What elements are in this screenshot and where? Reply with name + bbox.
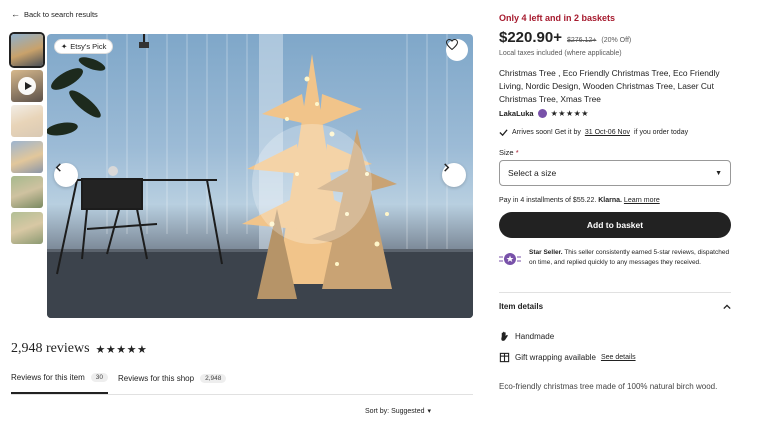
star-seller-notice: Star Seller. This seller consistently ea… [499, 248, 731, 270]
product-photo [47, 34, 473, 318]
arrival-suffix: if you order today [634, 129, 689, 136]
sort-by-dropdown[interactable]: Sort by: Suggested ▾ [365, 407, 432, 416]
arrow-left-icon: ← [11, 9, 20, 19]
etsys-pick-badge: ✦ Etsy's Pick [54, 39, 114, 54]
sparkle-icon: ✦ [61, 42, 68, 51]
arrival-prefix: Arrives soon! Get it by [512, 129, 581, 136]
reviews-rating-stars: ★★★★★ [95, 343, 148, 356]
play-icon [18, 76, 36, 95]
chevron-right-icon [444, 163, 450, 172]
item-details-toggle[interactable]: Item details [499, 302, 731, 311]
star-seller-text: Star Seller. This seller consistently ea… [529, 248, 731, 270]
badge-label: Etsy's Pick [70, 42, 107, 51]
thumbnail-strip [9, 32, 45, 247]
caret-down-icon: ▾ [427, 408, 432, 415]
thumbnail-5[interactable] [11, 176, 43, 208]
thumbnail-4[interactable] [11, 140, 43, 173]
original-price: $276.12+ [566, 37, 597, 44]
thumbnail-6[interactable] [11, 211, 43, 244]
add-to-basket-button[interactable]: Add to basket [499, 212, 731, 238]
shop-info: LakaLuka ★★★★★ [499, 109, 589, 118]
thumbnail-3[interactable] [11, 105, 43, 137]
size-label-text: Size [499, 148, 514, 157]
size-label: Size * [499, 148, 519, 157]
klarna-learn-more-link[interactable]: Learn more [624, 197, 660, 204]
discount-percent: (20% Off) [601, 37, 632, 44]
klarna-installments: Pay in 4 installments of $55.22. Klarna.… [499, 197, 660, 204]
arrival-estimate: Arrives soon! Get it by 31 Oct-06 Nov if… [499, 128, 688, 137]
tab-reviews-for-item[interactable]: Reviews for this item 30 [11, 370, 109, 394]
checkmark-icon [499, 129, 508, 137]
current-price: $220.90+ [499, 29, 562, 46]
tab-label: Reviews for this item [11, 372, 85, 382]
reviews-heading: 2,948 reviews ★★★★★ [11, 341, 147, 357]
previous-image-button[interactable] [54, 163, 78, 187]
handmade-detail: Handmade [499, 331, 554, 342]
divider [499, 292, 731, 293]
caret-down-icon: ▼ [715, 169, 722, 177]
item-description: Eco-friendly christmas tree made of 100%… [499, 382, 718, 391]
reviews-tab-bar: Reviews for this item 30 Reviews for thi… [11, 370, 473, 395]
stock-alert: Only 4 left and in 2 baskets [499, 13, 616, 23]
listing-title: Christmas Tree , Eco Friendly Christmas … [499, 68, 720, 104]
thumbnail-video[interactable] [11, 69, 43, 102]
back-to-search-link[interactable]: ← Back to search results [11, 9, 98, 20]
klarna-text: Pay in 4 installments of $55.22. [499, 197, 597, 204]
chevron-up-icon [723, 303, 731, 309]
arrival-dates[interactable]: 31 Oct-06 Nov [585, 129, 630, 136]
item-details-label: Item details [499, 302, 544, 311]
shop-name-link[interactable]: LakaLuka [499, 109, 534, 118]
star-seller-icon [537, 109, 547, 118]
sort-by-label: Sort by: Suggested [365, 407, 425, 415]
tab-reviews-for-shop[interactable]: Reviews for this shop 2,948 [118, 370, 227, 394]
back-link-label: Back to search results [24, 10, 98, 19]
gift-wrapping-label: Gift wrapping available [515, 353, 596, 362]
gift-wrapping-detail: Gift wrapping available See details [499, 352, 636, 363]
favorite-button[interactable] [446, 39, 468, 61]
next-image-button[interactable] [442, 163, 466, 187]
thumbnail-1[interactable] [9, 32, 45, 68]
reviews-count: 2,948 reviews [11, 341, 90, 356]
tab-label: Reviews for this shop [118, 373, 195, 383]
star-seller-title: Star Seller. [529, 249, 563, 256]
see-details-link[interactable]: See details [601, 354, 636, 361]
size-select[interactable]: Select a size ▼ [499, 160, 731, 186]
tab-count-badge: 2,948 [200, 373, 227, 383]
required-marker: * [515, 148, 519, 157]
size-select-value: Select a size [508, 168, 557, 178]
gift-icon [499, 352, 510, 363]
klarna-brand: Klarna. [598, 197, 622, 204]
chevron-left-icon [55, 163, 61, 172]
shop-rating-stars: ★★★★★ [550, 109, 589, 118]
handmade-label: Handmade [515, 332, 555, 341]
tax-note: Local taxes included (where applicable) [499, 50, 622, 57]
hand-icon [501, 331, 508, 341]
star-seller-badge-icon [499, 248, 521, 270]
heart-icon [446, 39, 458, 50]
price-row: $220.90+ $276.12+ (20% Off) [499, 29, 631, 46]
main-product-image[interactable]: ✦ Etsy's Pick [47, 34, 473, 318]
tab-count-badge: 30 [90, 372, 109, 382]
